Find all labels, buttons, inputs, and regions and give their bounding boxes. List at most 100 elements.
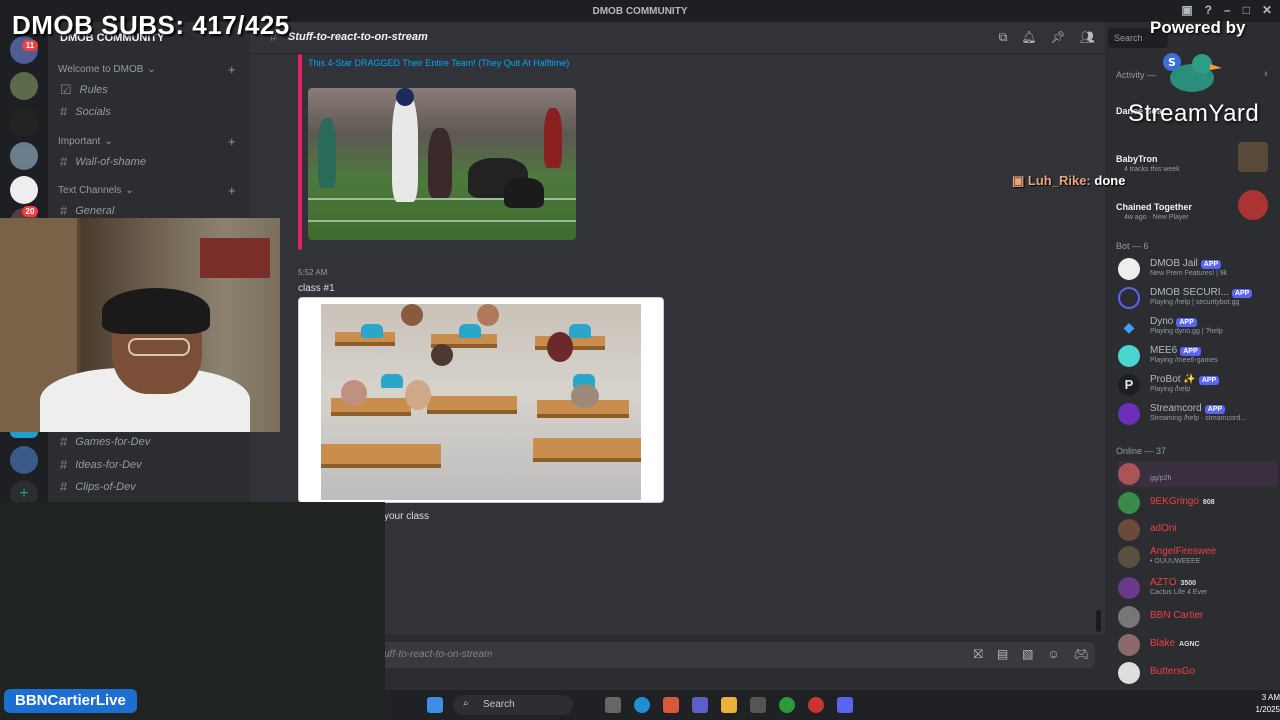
avatar	[1118, 546, 1140, 568]
avatar	[1118, 463, 1140, 485]
xbox-icon[interactable]	[779, 697, 795, 713]
message-text: class #1	[298, 283, 335, 294]
add-channel-icon[interactable]: +	[228, 134, 236, 149]
apps-icon[interactable]: 🎮︎	[1074, 647, 1089, 662]
discord-icon[interactable]	[837, 697, 853, 713]
member-status: New Prem Features! | 9k	[1150, 270, 1228, 277]
server-icon[interactable]	[10, 72, 38, 100]
minimize-icon[interactable]: –	[1224, 3, 1231, 17]
member-row[interactable]: adOni	[1118, 517, 1278, 543]
chrome-icon[interactable]	[808, 697, 824, 713]
channel-label: Socials	[75, 105, 111, 118]
server-icon[interactable]	[10, 142, 38, 170]
member-row[interactable]: 9EKGringo 808	[1118, 490, 1278, 516]
sparkle-icon: ✨	[1180, 374, 1196, 385]
member-name: adOni	[1150, 523, 1177, 534]
server-icon[interactable]	[10, 446, 38, 474]
activity-card[interactable]: Chained Together 4w ago · New Player	[1114, 190, 1268, 230]
help-icon[interactable]: ?	[1205, 3, 1212, 17]
member-tag: 808	[1202, 499, 1215, 506]
avatar	[1118, 345, 1140, 367]
channel-rules[interactable]: ☑ Rules	[60, 82, 108, 98]
threads-icon[interactable]: ⧉	[999, 30, 1008, 45]
avatar	[1118, 606, 1140, 628]
category-text-channels[interactable]: Text Channels ⌄ +	[58, 183, 236, 198]
member-name: Streamcord	[1150, 403, 1202, 414]
chevron-right-icon[interactable]: ›	[1264, 68, 1268, 80]
avatar	[1118, 492, 1140, 514]
member-row[interactable]: DMOB SECURI... APP Playing /help | securi…	[1118, 285, 1278, 311]
server-icon[interactable]	[10, 108, 38, 136]
edge-icon[interactable]	[634, 697, 650, 713]
bell-icon[interactable]: 🔔︎	[1021, 30, 1036, 45]
member-row[interactable]: MEE6 APP Playing /mee6-games	[1118, 343, 1278, 369]
member-name: ButtersGo	[1150, 666, 1196, 677]
member-row[interactable]: BBN Cartier	[1118, 604, 1278, 630]
emoji-icon[interactable]: ☺	[1048, 647, 1060, 662]
classroom-image-attachment[interactable]	[298, 297, 664, 503]
taskbar-search-label: Search	[483, 699, 515, 710]
gift-icon[interactable]: ⛝	[974, 647, 983, 662]
task-view-icon[interactable]	[605, 697, 621, 713]
chat-bubble-icon: ▣	[1012, 173, 1028, 188]
member-name: 9EKGringo	[1150, 496, 1199, 507]
channel-clips-of-dev[interactable]: # Clips-of-Dev	[60, 479, 136, 494]
search-icon: ⌕	[463, 698, 469, 709]
football-video-thumbnail[interactable]	[308, 88, 576, 240]
avatar	[1118, 519, 1140, 541]
composer-placeholder: uff-to-react-to-on-stream	[384, 649, 493, 660]
category-label: Important	[58, 136, 101, 147]
taskbar-search[interactable]: ⌕ Search	[453, 695, 573, 715]
embed-title-link[interactable]: This 4-Star DRAGGED Their Entire Team! (…	[308, 56, 588, 70]
windows-start-icon[interactable]	[427, 697, 443, 713]
add-channel-icon[interactable]: +	[228, 183, 236, 198]
category-welcome[interactable]: Welcome to DMOB ⌄ +	[58, 62, 236, 77]
copilot-icon[interactable]	[663, 697, 679, 713]
member-row[interactable]: ButtersGo	[1118, 660, 1278, 686]
app-badge: APP	[1176, 318, 1197, 327]
chevron-down-icon: ⌄	[104, 136, 113, 147]
gif-icon[interactable]: ▤	[997, 647, 1008, 662]
close-icon[interactable]: ✕	[1262, 3, 1272, 17]
store-icon[interactable]	[750, 697, 766, 713]
member-row[interactable]: AngelFireswee • OUUUWEEEE	[1118, 544, 1278, 570]
member-name: DMOB Jail	[1150, 258, 1198, 269]
activity-card[interactable]: BabyTron 4 tracks this week	[1114, 142, 1268, 182]
scrollbar-thumb[interactable]	[1096, 610, 1101, 632]
hash-icon: #	[60, 479, 68, 494]
member-row[interactable]: gg/p2h	[1118, 461, 1278, 487]
member-row[interactable]: AZTO 3500 Cactus Life 4 Ever	[1118, 575, 1278, 601]
channel-games-for-dev[interactable]: # Games-for-Dev	[60, 434, 150, 449]
member-status: Cactus Life 4 Ever	[1150, 589, 1208, 596]
channel-label: Games-for-Dev	[75, 435, 151, 448]
channel-ideas-for-dev[interactable]: # Ideas-for-Dev	[60, 457, 142, 472]
inbox-icon[interactable]: ▣	[1181, 3, 1192, 17]
members-icon[interactable]: 👥︎	[1080, 30, 1095, 45]
sticker-icon[interactable]: ▧	[1022, 647, 1033, 662]
member-name: Blake	[1150, 638, 1176, 649]
maximize-icon[interactable]: □	[1243, 3, 1250, 17]
app-badge: APP	[1231, 289, 1253, 298]
category-important[interactable]: Important ⌄ +	[58, 134, 236, 149]
streamyard-logo: StreamYard	[1128, 100, 1260, 127]
channel-general[interactable]: # General	[60, 203, 114, 218]
file-explorer-icon[interactable]	[721, 697, 737, 713]
clock-time: 3 AM	[1261, 693, 1280, 702]
channel-socials[interactable]: # Socials	[60, 104, 111, 119]
pin-icon[interactable]: 📌︎	[1051, 30, 1066, 45]
channel-wall-of-shame[interactable]: # Wall-of-shame	[60, 154, 146, 169]
member-name: BBN Cartier	[1150, 610, 1204, 621]
avatar	[1118, 287, 1140, 309]
member-row[interactable]: ◆ Dyno APP Playing dyno.gg | ?help	[1118, 314, 1278, 340]
member-row[interactable]: Streamcord APP Streaming /help · streamco…	[1118, 401, 1278, 427]
server-icon[interactable]	[10, 176, 38, 204]
taskbar-clock[interactable]: 3 AM 1/2025	[1256, 692, 1280, 716]
member-row[interactable]: P ProBot ✨ APP Playing /help	[1118, 372, 1278, 398]
teams-icon[interactable]	[692, 697, 708, 713]
activity-sub: 4w ago · New Player	[1124, 214, 1189, 221]
member-row[interactable]: Blake AGNC	[1118, 632, 1278, 658]
add-channel-icon[interactable]: +	[228, 62, 236, 77]
message-composer[interactable]: uff-to-react-to-on-stream ⛝ ▤ ▧ ☺ 🎮︎	[380, 642, 1095, 668]
member-row[interactable]: DMOB Jail APP New Prem Features! | 9k	[1118, 256, 1278, 282]
member-status: Playing /help	[1150, 386, 1191, 393]
